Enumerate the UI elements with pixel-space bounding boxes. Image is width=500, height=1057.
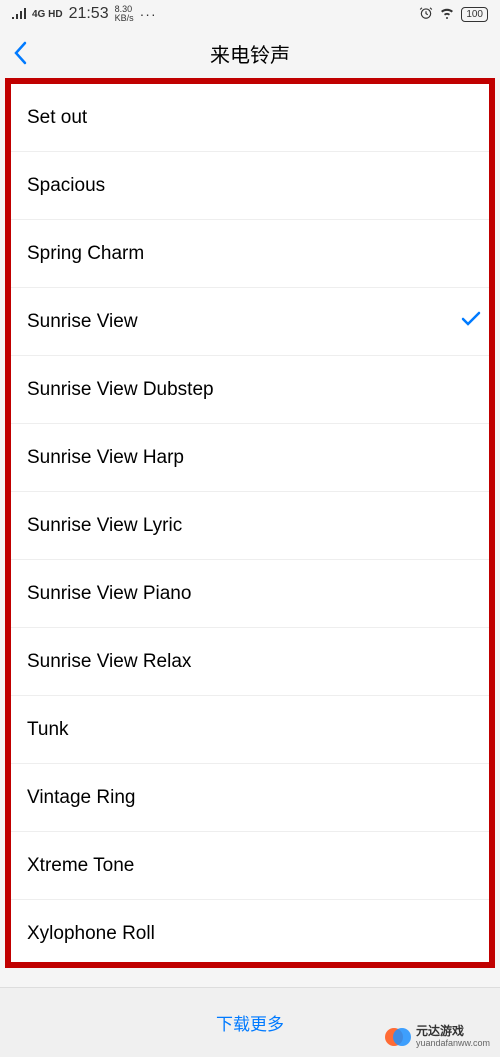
data-speed: 8.30KB/s — [115, 5, 134, 23]
alarm-icon — [419, 6, 433, 23]
ringtone-item[interactable]: Sunrise View Piano — [11, 560, 489, 628]
page-title: 来电铃声 — [210, 39, 290, 68]
wifi-icon — [439, 7, 455, 22]
ringtone-label: Sunrise View Dubstep — [27, 379, 214, 401]
ringtone-list: Set out Spacious Spring Charm Sunrise View S… — [5, 78, 495, 968]
ringtone-item[interactable]: Set out — [11, 84, 489, 152]
battery-indicator: 100 — [461, 7, 488, 22]
ringtone-label: Xtreme Tone — [27, 855, 134, 877]
ringtone-label: Spacious — [27, 175, 105, 197]
ringtone-item[interactable]: Sunrise View Dubstep — [11, 356, 489, 424]
back-button[interactable] — [0, 28, 40, 78]
ringtone-item[interactable]: Tunk — [11, 696, 489, 764]
status-right: 100 — [419, 6, 488, 23]
ringtone-label: Sunrise View Lyric — [27, 515, 182, 537]
clock-time: 21:53 — [69, 5, 109, 23]
ringtone-item[interactable]: Sunrise View — [11, 288, 489, 356]
network-type: 4G HD — [32, 9, 63, 20]
ringtone-item[interactable]: Xtreme Tone — [11, 832, 489, 900]
ringtone-label: Sunrise View Piano — [27, 583, 191, 605]
menu-dots-icon: ··· — [140, 6, 157, 22]
watermark-url: yuandafanww.com — [416, 1039, 490, 1049]
ringtone-label: Sunrise View Relax — [27, 651, 191, 673]
ringtone-label: Vintage Ring — [27, 787, 135, 809]
ringtone-label: Tunk — [27, 719, 69, 741]
ringtone-item[interactable]: Sunrise View Lyric — [11, 492, 489, 560]
ringtone-item[interactable]: Spring Charm — [11, 220, 489, 288]
ringtone-label: Spring Charm — [27, 243, 144, 265]
status-bar: 4G HD 21:53 8.30KB/s ··· 100 — [0, 0, 500, 28]
navigation-bar: 来电铃声 — [0, 28, 500, 78]
ringtone-item[interactable]: Vintage Ring — [11, 764, 489, 832]
ringtone-item[interactable]: Sunrise View Harp — [11, 424, 489, 492]
watermark-title: 元达游戏 — [416, 1025, 490, 1038]
ringtone-label: Sunrise View Harp — [27, 447, 184, 469]
watermark-logo-icon — [384, 1023, 412, 1051]
watermark: 元达游戏 yuandafanww.com — [384, 1023, 490, 1051]
ringtone-label: Xylophone Roll — [27, 923, 155, 945]
ringtone-item[interactable]: Sunrise View Relax — [11, 628, 489, 696]
ringtone-label: Set out — [27, 107, 87, 129]
checkmark-icon — [461, 310, 481, 333]
status-left: 4G HD 21:53 8.30KB/s ··· — [12, 5, 157, 23]
signal-icon — [12, 7, 26, 22]
ringtone-label: Sunrise View — [27, 311, 138, 333]
download-more-button[interactable]: 下载更多 — [216, 1010, 284, 1035]
ringtone-item[interactable]: Xylophone Roll — [11, 900, 489, 968]
ringtone-item[interactable]: Spacious — [11, 152, 489, 220]
